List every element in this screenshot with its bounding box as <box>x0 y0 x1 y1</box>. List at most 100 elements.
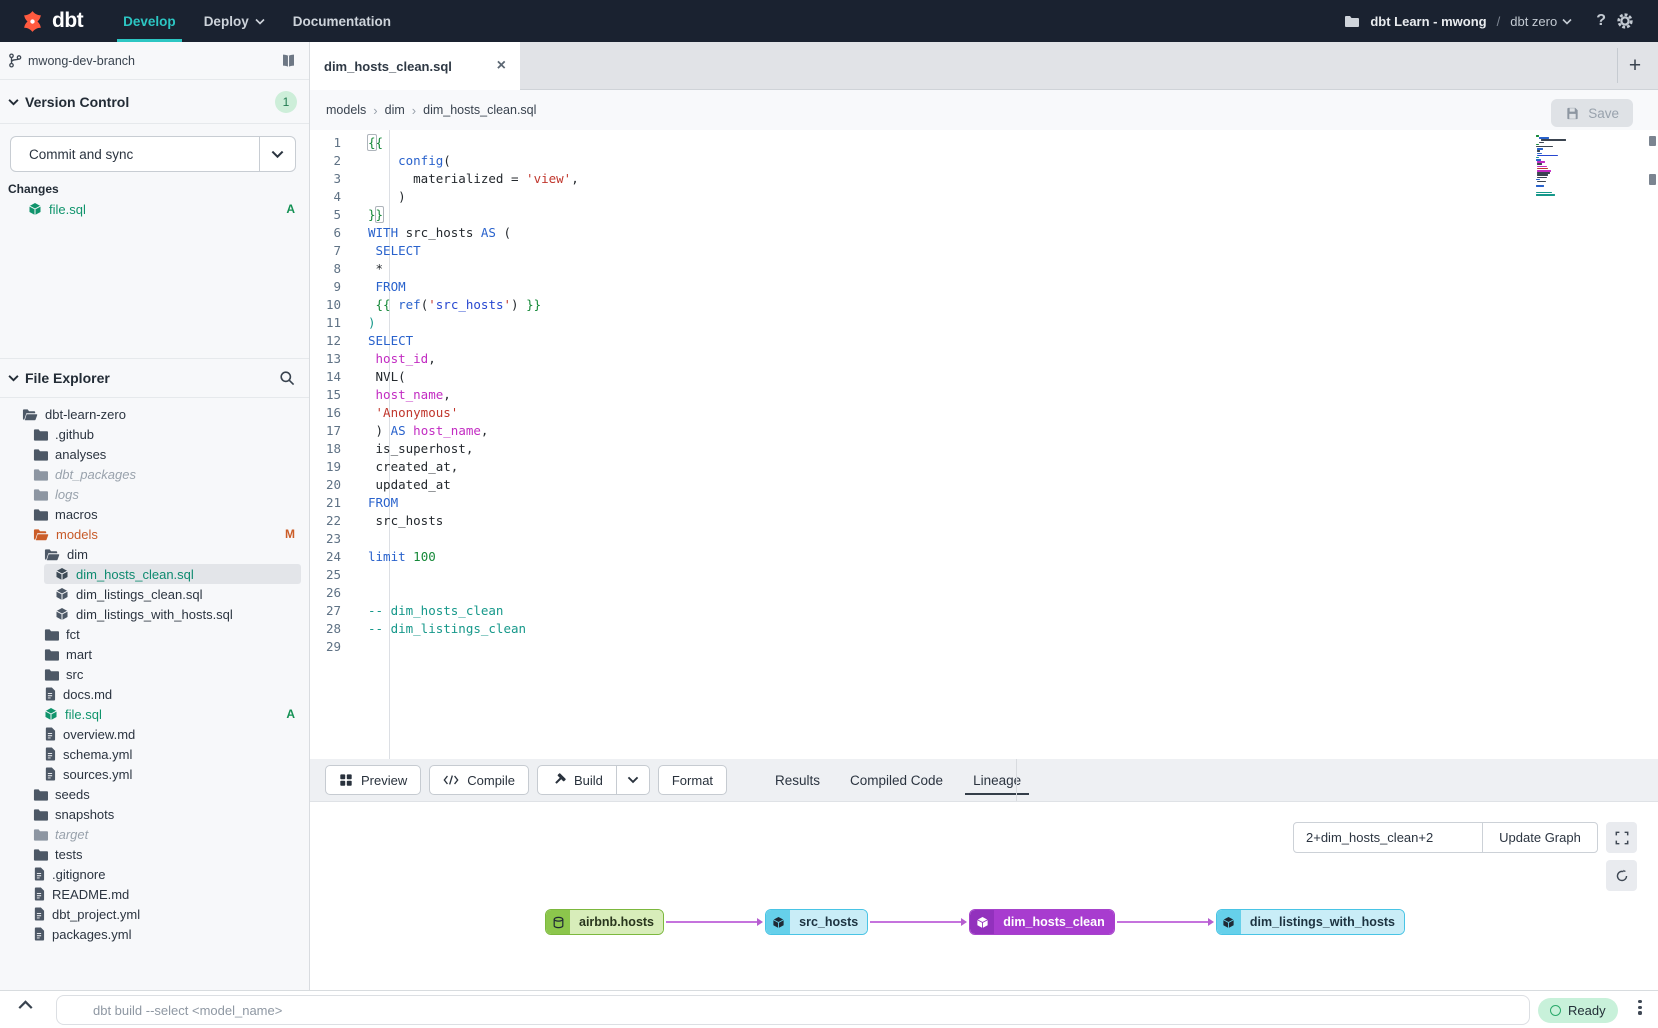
help-icon[interactable]: ? <box>1596 12 1606 30</box>
tree-item-src[interactable]: src <box>0 664 309 684</box>
lineage-node-dim_hosts_clean[interactable]: dim_hosts_clean <box>969 909 1114 935</box>
tree-item-mart[interactable]: mart <box>0 644 309 664</box>
tree-item-tests[interactable]: tests <box>0 844 309 864</box>
tree-item-sources.yml[interactable]: sources.yml <box>0 764 309 784</box>
code-line[interactable]: 13 host_id, <box>310 350 1528 368</box>
minimap[interactable] <box>1536 135 1564 198</box>
breadcrumb-dim[interactable]: dim <box>385 103 405 117</box>
breadcrumb-models[interactable]: models <box>326 103 366 117</box>
tree-item-file.sql[interactable]: file.sqlA <box>0 704 309 724</box>
tree-item-dim[interactable]: dim <box>0 544 309 564</box>
code-line[interactable]: 15 host_name, <box>310 386 1528 404</box>
build-button[interactable]: Build <box>537 765 617 795</box>
lineage-node-airbnb.hosts[interactable]: airbnb.hosts <box>545 909 664 935</box>
commit-and-sync-button[interactable]: Commit and sync <box>10 136 296 172</box>
editor-tab-active[interactable]: dim_hosts_clean.sql × <box>310 42 520 90</box>
version-control-header[interactable]: Version Control 1 <box>0 80 309 124</box>
code-line[interactable]: 4 ) <box>310 188 1528 206</box>
tree-item-dim_listings_with_hosts.sql[interactable]: dim_listings_with_hosts.sql <box>0 604 309 624</box>
tree-item-seeds[interactable]: seeds <box>0 784 309 804</box>
code-line[interactable]: 22 src_hosts <box>310 512 1528 530</box>
save-button[interactable]: Save <box>1551 99 1633 127</box>
tree-item-fct[interactable]: fct <box>0 624 309 644</box>
tree-item-dbt_packages[interactable]: dbt_packages <box>0 464 309 484</box>
code-line[interactable]: 14 NVL( <box>310 368 1528 386</box>
tree-item-dim_hosts_clean.sql[interactable]: dim_hosts_clean.sql <box>44 564 301 584</box>
lineage-node-dim_listings_with_hosts[interactable]: dim_listings_with_hosts <box>1216 909 1405 935</box>
build-options-caret[interactable] <box>617 765 650 795</box>
kebab-menu-icon[interactable] <box>1632 1000 1648 1015</box>
code-line[interactable]: 18 is_superhost, <box>310 440 1528 458</box>
code-line[interactable]: 26 <box>310 584 1528 602</box>
code-line[interactable]: 11) <box>310 314 1528 332</box>
chevron-up-icon[interactable] <box>18 1000 33 1010</box>
code-line[interactable]: 25 <box>310 566 1528 584</box>
reset-view-button[interactable] <box>1606 860 1637 891</box>
fullscreen-button[interactable] <box>1606 822 1637 853</box>
code-line[interactable]: 21FROM <box>310 494 1528 512</box>
tree-item-docs.md[interactable]: docs.md <box>0 684 309 704</box>
tree-item-.github[interactable]: .github <box>0 424 309 444</box>
compile-button[interactable]: Compile <box>429 765 529 795</box>
nav-deploy[interactable]: Deploy <box>190 0 279 42</box>
breadcrumb-file[interactable]: dim_hosts_clean.sql <box>423 103 536 117</box>
code-line[interactable]: 9 FROM <box>310 278 1528 296</box>
nav-documentation[interactable]: Documentation <box>279 0 405 42</box>
tree-item-snapshots[interactable]: snapshots <box>0 804 309 824</box>
changed-file-row[interactable]: file.sql A <box>0 198 309 220</box>
tree-item-macros[interactable]: macros <box>0 504 309 524</box>
code-line[interactable]: 3 materialized = 'view', <box>310 170 1528 188</box>
tree-item-logs[interactable]: logs <box>0 484 309 504</box>
tree-item-overview.md[interactable]: overview.md <box>0 724 309 744</box>
new-tab-button[interactable]: + <box>1620 42 1650 90</box>
search-icon[interactable] <box>279 370 295 386</box>
tree-item-README.md[interactable]: README.md <box>0 884 309 904</box>
code-line[interactable]: 23 <box>310 530 1528 548</box>
preview-button[interactable]: Preview <box>325 765 421 795</box>
tree-item-analyses[interactable]: analyses <box>0 444 309 464</box>
code-line[interactable]: 10 {{ ref('src_hosts') }} <box>310 296 1528 314</box>
code-line[interactable]: 1{{ <box>310 134 1528 152</box>
file-explorer-header[interactable]: File Explorer <box>0 358 309 398</box>
command-input[interactable]: dbt build --select <model_name> <box>56 995 1530 1025</box>
gear-icon[interactable] <box>1616 12 1634 30</box>
branch-name[interactable]: mwong-dev-branch <box>28 54 135 68</box>
tab-compiled-code[interactable]: Compiled Code <box>846 759 947 801</box>
tree-item-.gitignore[interactable]: .gitignore <box>0 864 309 884</box>
tree-item-models[interactable]: modelsM <box>0 524 309 544</box>
code-line[interactable]: 6WITH src_hosts AS ( <box>310 224 1528 242</box>
lineage-node-src_hosts[interactable]: src_hosts <box>765 909 868 935</box>
update-graph-button[interactable]: Update Graph <box>1482 822 1598 853</box>
close-tab-icon[interactable]: × <box>497 57 506 75</box>
tree-item-target[interactable]: target <box>0 824 309 844</box>
tree-item-dbt_project.yml[interactable]: dbt_project.yml <box>0 904 309 924</box>
format-button[interactable]: Format <box>658 765 727 795</box>
code-line[interactable]: 17 ) AS host_name, <box>310 422 1528 440</box>
tree-item-dim_listings_clean.sql[interactable]: dim_listings_clean.sql <box>0 584 309 604</box>
code-line[interactable]: 5}} <box>310 206 1528 224</box>
lineage-selector-input[interactable]: 2+dim_hosts_clean+2 <box>1293 822 1483 853</box>
environment-selector[interactable]: dbt zero <box>1510 14 1572 29</box>
code-editor[interactable]: 1{{2 config(3 materialized = 'view',4 )5… <box>310 130 1658 759</box>
scrollbar-mark[interactable] <box>1649 174 1656 185</box>
tree-item-schema.yml[interactable]: schema.yml <box>0 744 309 764</box>
code-line[interactable]: 28-- dim_listings_clean <box>310 620 1528 638</box>
scrollbar-mark[interactable] <box>1649 136 1656 146</box>
tree-item-packages.yml[interactable]: packages.yml <box>0 924 309 944</box>
code-line[interactable]: 2 config( <box>310 152 1528 170</box>
dbt-logo[interactable]: dbt <box>0 0 109 42</box>
code-line[interactable]: 20 updated_at <box>310 476 1528 494</box>
code-line[interactable]: 7 SELECT <box>310 242 1528 260</box>
code-line[interactable]: 16 'Anonymous' <box>310 404 1528 422</box>
code-line[interactable]: 12SELECT <box>310 332 1528 350</box>
docs-book-icon[interactable] <box>280 54 297 68</box>
tree-item-dbt-learn-zero[interactable]: dbt-learn-zero <box>0 404 309 424</box>
code-line[interactable]: 19 created_at, <box>310 458 1528 476</box>
project-name[interactable]: dbt Learn - mwong <box>1370 14 1486 29</box>
tab-results[interactable]: Results <box>771 759 824 801</box>
commit-options-caret[interactable] <box>259 137 295 171</box>
code-line[interactable]: 8 * <box>310 260 1528 278</box>
nav-develop[interactable]: Develop <box>109 0 190 42</box>
code-line[interactable]: 27-- dim_hosts_clean <box>310 602 1528 620</box>
code-line[interactable]: 29 <box>310 638 1528 656</box>
